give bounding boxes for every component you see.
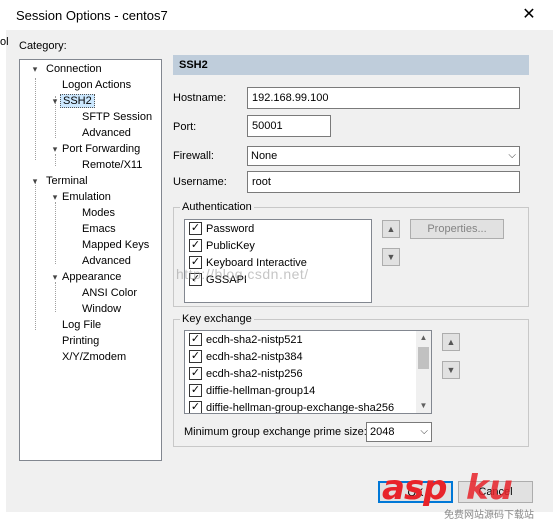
auth-item-publickey[interactable]: ✓ PublicKey [189, 238, 255, 255]
checkbox[interactable]: ✓ [189, 400, 202, 413]
auth-move-up-button[interactable]: ▲ [382, 220, 400, 238]
kex-item[interactable]: ✓ ecdh-sha2-nistp521 [189, 332, 303, 349]
checkbox[interactable]: ✓ [189, 332, 202, 346]
collapse-icon[interactable]: ▾ [30, 173, 40, 189]
kex-move-up-button[interactable]: ▲ [442, 333, 460, 351]
min-prime-select[interactable]: 2048 ⌵ [366, 422, 432, 442]
username-field[interactable]: root [247, 171, 520, 193]
scroll-up-icon[interactable]: ▲ [416, 331, 431, 345]
auth-item-password[interactable]: ✓ Password [189, 221, 254, 238]
collapse-icon[interactable]: ▾ [50, 269, 60, 285]
tree-item-logon-actions[interactable]: Logon Actions [60, 77, 133, 93]
checkbox[interactable]: ✓ [189, 238, 202, 252]
authentication-title: Authentication [180, 201, 254, 213]
watermark-text: http://blog.csdn.net/ [176, 266, 309, 282]
tree-item-xyzmodem[interactable]: X/Y/Zmodem [60, 349, 128, 365]
authentication-list[interactable]: ✓ Password ✓ PublicKey ✓ Keyboard Interacti… [184, 219, 372, 303]
scroll-down-icon[interactable]: ▼ [416, 399, 431, 413]
close-icon[interactable]: ✕ [518, 4, 540, 26]
firewall-label: Firewall: [173, 150, 214, 162]
scrollbar-thumb[interactable] [418, 347, 429, 369]
port-label: Port: [173, 121, 197, 133]
asp-ku-watermark-logo: asp ku 免费网站源码下载站 [382, 468, 548, 522]
tree-connector [55, 202, 56, 264]
tree-connector [35, 78, 36, 160]
port-field[interactable]: 50001 [247, 115, 331, 137]
logo-asp-text: asp [382, 468, 448, 508]
checkbox[interactable]: ✓ [189, 349, 202, 363]
firewall-select[interactable]: None ⌵ [247, 146, 520, 166]
tree-item-printing[interactable]: Printing [60, 333, 101, 349]
tree-item-window[interactable]: Window [80, 301, 123, 317]
username-label: Username: [173, 176, 227, 188]
auth-move-down-button[interactable]: ▼ [382, 248, 400, 266]
kex-item[interactable]: ✓ ecdh-sha2-nistp256 [189, 366, 303, 383]
background-window-text: ol [0, 36, 9, 48]
title-bar: Session Options - centos7 ✕ [0, 0, 553, 30]
tree-item-modes[interactable]: Modes [80, 205, 117, 221]
tree-item-log-file[interactable]: Log File [60, 317, 103, 333]
window-title: Session Options - centos7 [16, 8, 168, 23]
tree-item-ansi-color[interactable]: ANSI Color [80, 285, 139, 301]
properties-button[interactable]: Properties... [410, 219, 504, 239]
logo-caption: 免费网站源码下载站 [444, 510, 534, 521]
kex-move-down-button[interactable]: ▼ [442, 361, 460, 379]
key-exchange-scrollbar[interactable]: ▲ ▼ [416, 331, 431, 413]
hostname-label: Hostname: [173, 92, 227, 104]
category-tree[interactable]: ▾ Connection Logon Actions ▾ SSH2 SFTP S… [19, 59, 162, 461]
collapse-icon[interactable]: ▾ [50, 93, 60, 109]
collapse-icon[interactable]: ▾ [50, 189, 60, 205]
checkbox[interactable]: ✓ [189, 221, 202, 235]
collapse-icon[interactable]: ▾ [50, 141, 60, 157]
tree-connector [55, 282, 56, 312]
kex-item[interactable]: ✓ diffie-hellman-group14 [189, 383, 315, 400]
window-left-edge [0, 30, 6, 522]
key-exchange-title: Key exchange [180, 313, 254, 325]
category-label: Category: [19, 40, 67, 52]
kex-item[interactable]: ✓ diffie-hellman-group-exchange-sha256 [189, 400, 394, 413]
checkbox[interactable]: ✓ [189, 366, 202, 380]
tree-connector [35, 182, 36, 330]
chevron-down-icon: ⌵ [508, 150, 516, 161]
section-header-ssh2: SSH2 [173, 55, 529, 75]
kex-item[interactable]: ✓ ecdh-sha2-nistp384 [189, 349, 303, 366]
tree-item-port-forwarding[interactable]: ▾ Port Forwarding [44, 141, 142, 157]
hostname-field[interactable]: 192.168.99.100 [247, 87, 520, 109]
tree-item-mapped-keys[interactable]: Mapped Keys [80, 237, 151, 253]
tree-item-ssh2[interactable]: ▾ SSH2 [44, 93, 95, 109]
tree-item-emulation-advanced[interactable]: Advanced [80, 253, 133, 269]
firewall-value: None [251, 150, 278, 162]
collapse-icon[interactable]: ▾ [30, 61, 40, 77]
tree-item-emulation[interactable]: ▾ Emulation [44, 189, 113, 205]
min-prime-label: Minimum group exchange prime size: [184, 426, 367, 438]
tree-item-appearance[interactable]: ▾ Appearance [44, 269, 123, 285]
tree-item-connection[interactable]: ▾ Connection [24, 61, 104, 77]
logo-ku-text: ku [466, 468, 513, 508]
tree-item-remote-x11[interactable]: Remote/X11 [80, 157, 144, 173]
checkbox[interactable]: ✓ [189, 383, 202, 397]
tree-item-sftp-session[interactable]: SFTP Session [80, 109, 154, 125]
tree-item-emacs[interactable]: Emacs [80, 221, 118, 237]
tree-item-ssh2-advanced[interactable]: Advanced [80, 125, 133, 141]
key-exchange-list[interactable]: ✓ ecdh-sha2-nistp521 ✓ ecdh-sha2-nistp384 … [184, 330, 432, 414]
chevron-down-icon: ⌵ [420, 426, 428, 437]
min-prime-value: 2048 [370, 426, 395, 438]
tree-item-terminal[interactable]: ▾ Terminal [24, 173, 90, 189]
